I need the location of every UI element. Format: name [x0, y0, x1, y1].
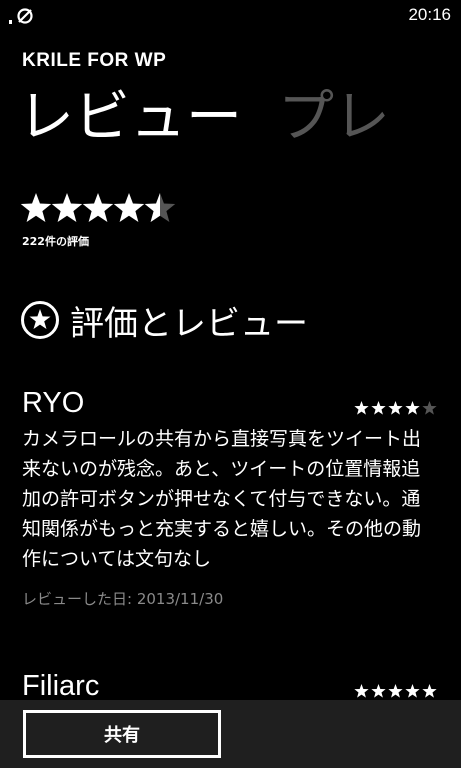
review-item: Filiarc [22, 670, 442, 703]
star-icon [422, 401, 437, 415]
app-title: KRILE FOR WP [22, 50, 167, 71]
star-icon [371, 684, 386, 698]
review-item: RYO カメラロールの共有から直接写真をツイート出来ないのが残念。あと、ツイート… [22, 387, 442, 609]
rating-count: 222件の評価 [22, 235, 89, 248]
review-rating-stars [354, 401, 437, 415]
star-icon [422, 684, 437, 698]
star-circle-icon [21, 301, 59, 339]
star-icon [51, 193, 83, 222]
star-icon [354, 401, 369, 415]
star-icon [388, 401, 403, 415]
review-text: カメラロールの共有から直接写真をツイート出来ないのが残念。あと、ツイートの位置情… [22, 428, 422, 570]
star-icon [405, 684, 420, 698]
app-bar: 共有 [0, 700, 461, 768]
review-date: レビューした日: 2013/11/30 [22, 590, 224, 608]
pivot-item-reviews[interactable]: レビュー [18, 85, 242, 150]
section-title: 評価とレビュー [70, 303, 308, 344]
share-button[interactable]: 共有 [23, 710, 221, 758]
star-icon [20, 193, 52, 222]
review-rating-stars [354, 684, 437, 698]
star-icon [405, 401, 420, 415]
star-icon [388, 684, 403, 698]
pivot-header: レビュー プレ [18, 78, 390, 158]
overall-rating-stars [20, 193, 176, 222]
status-time: 20:16 [408, 5, 451, 24]
star-icon [354, 684, 369, 698]
star-icon [371, 401, 386, 415]
status-bar: 20:16 [0, 0, 461, 30]
no-signal-icon [9, 8, 33, 24]
rate-and-review-button[interactable]: 評価とレビュー [20, 297, 308, 344]
pivot-item-next[interactable]: プレ [278, 85, 390, 150]
star-icon [113, 193, 145, 222]
star-icon [82, 193, 114, 222]
